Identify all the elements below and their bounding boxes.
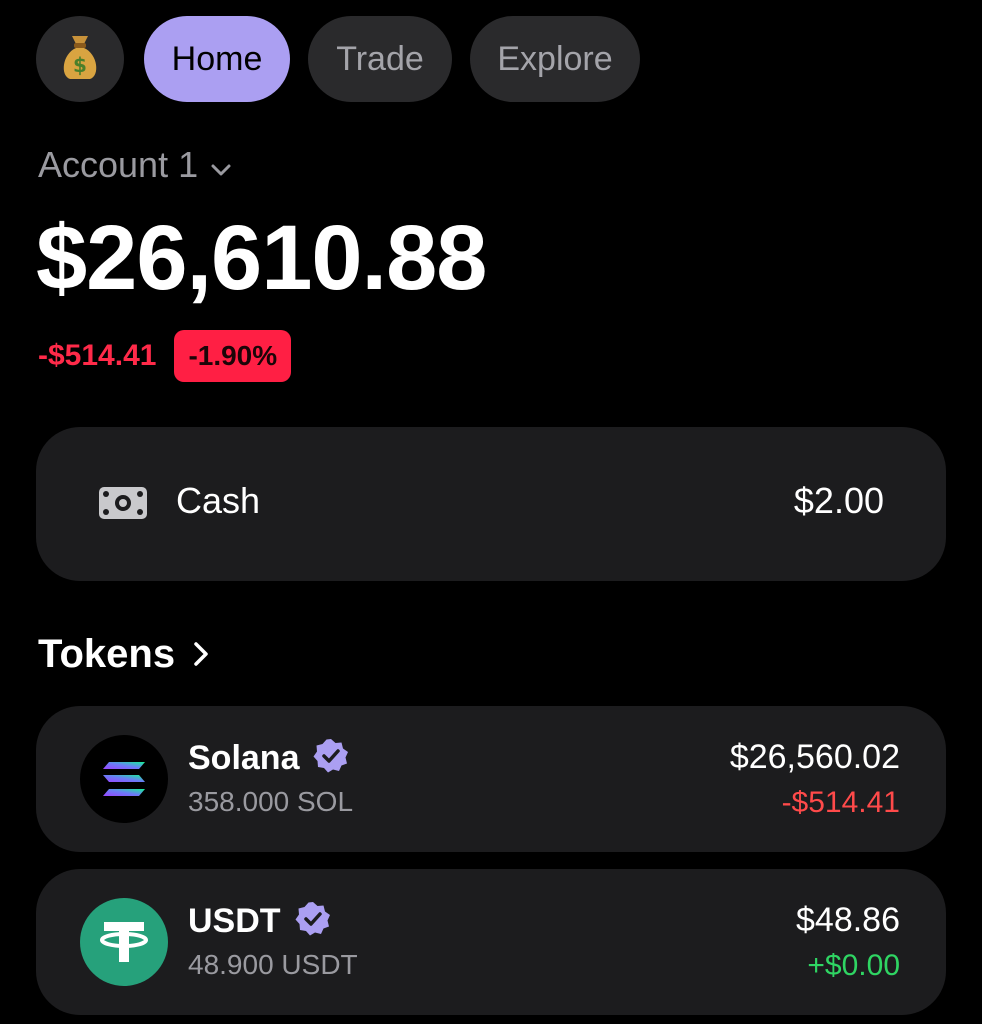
token-change: +$0.00: [807, 949, 900, 982]
change-amount: -$514.41: [38, 339, 157, 372]
cash-card[interactable]: Cash $2.00: [36, 427, 946, 581]
account-name: Account 1: [38, 144, 199, 185]
token-amount: 358.000 SOL: [188, 786, 354, 817]
account-avatar-button[interactable]: $: [36, 16, 124, 102]
token-change: -$514.41: [781, 786, 900, 819]
cash-label: Cash: [176, 480, 261, 521]
token-row-solana[interactable]: Solana 358.000 SOL $26,560.02 -$514.41: [36, 706, 946, 852]
verified-badge-icon: [295, 901, 331, 942]
token-name-row: Solana: [188, 738, 349, 779]
tab-explore[interactable]: Explore: [470, 16, 640, 102]
solana-logo-icon: [80, 735, 168, 823]
tether-logo-icon: [80, 898, 168, 986]
cash-value: $2.00: [793, 480, 884, 521]
token-value: $48.86: [796, 901, 900, 939]
total-balance: $26,610.88: [36, 207, 487, 309]
account-selector[interactable]: Account 1: [38, 144, 232, 186]
chevron-right-icon: [193, 632, 209, 677]
tab-trade[interactable]: Trade: [308, 16, 452, 102]
token-name-row: USDT: [188, 901, 331, 942]
token-value: $26,560.02: [729, 738, 900, 776]
token-row-usdt[interactable]: USDT 48.900 USDT $48.86 +$0.00: [36, 869, 946, 1015]
money-bag-icon: $: [58, 32, 102, 87]
token-name: Solana: [188, 739, 300, 777]
change-percent-badge: -1.90%: [174, 330, 292, 382]
svg-text:$: $: [73, 53, 87, 77]
tab-home[interactable]: Home: [144, 16, 290, 102]
token-amount: 48.900 USDT: [188, 949, 358, 980]
chevron-down-icon: [210, 144, 232, 186]
top-nav: $ Home Trade Explore: [36, 16, 640, 102]
tokens-header[interactable]: Tokens: [38, 632, 209, 677]
token-name: USDT: [188, 902, 281, 940]
balance-change: -$514.41 -1.90%: [38, 330, 292, 382]
tokens-title: Tokens: [38, 632, 176, 676]
verified-badge-icon: [313, 738, 349, 779]
banknote-icon: [98, 486, 148, 525]
